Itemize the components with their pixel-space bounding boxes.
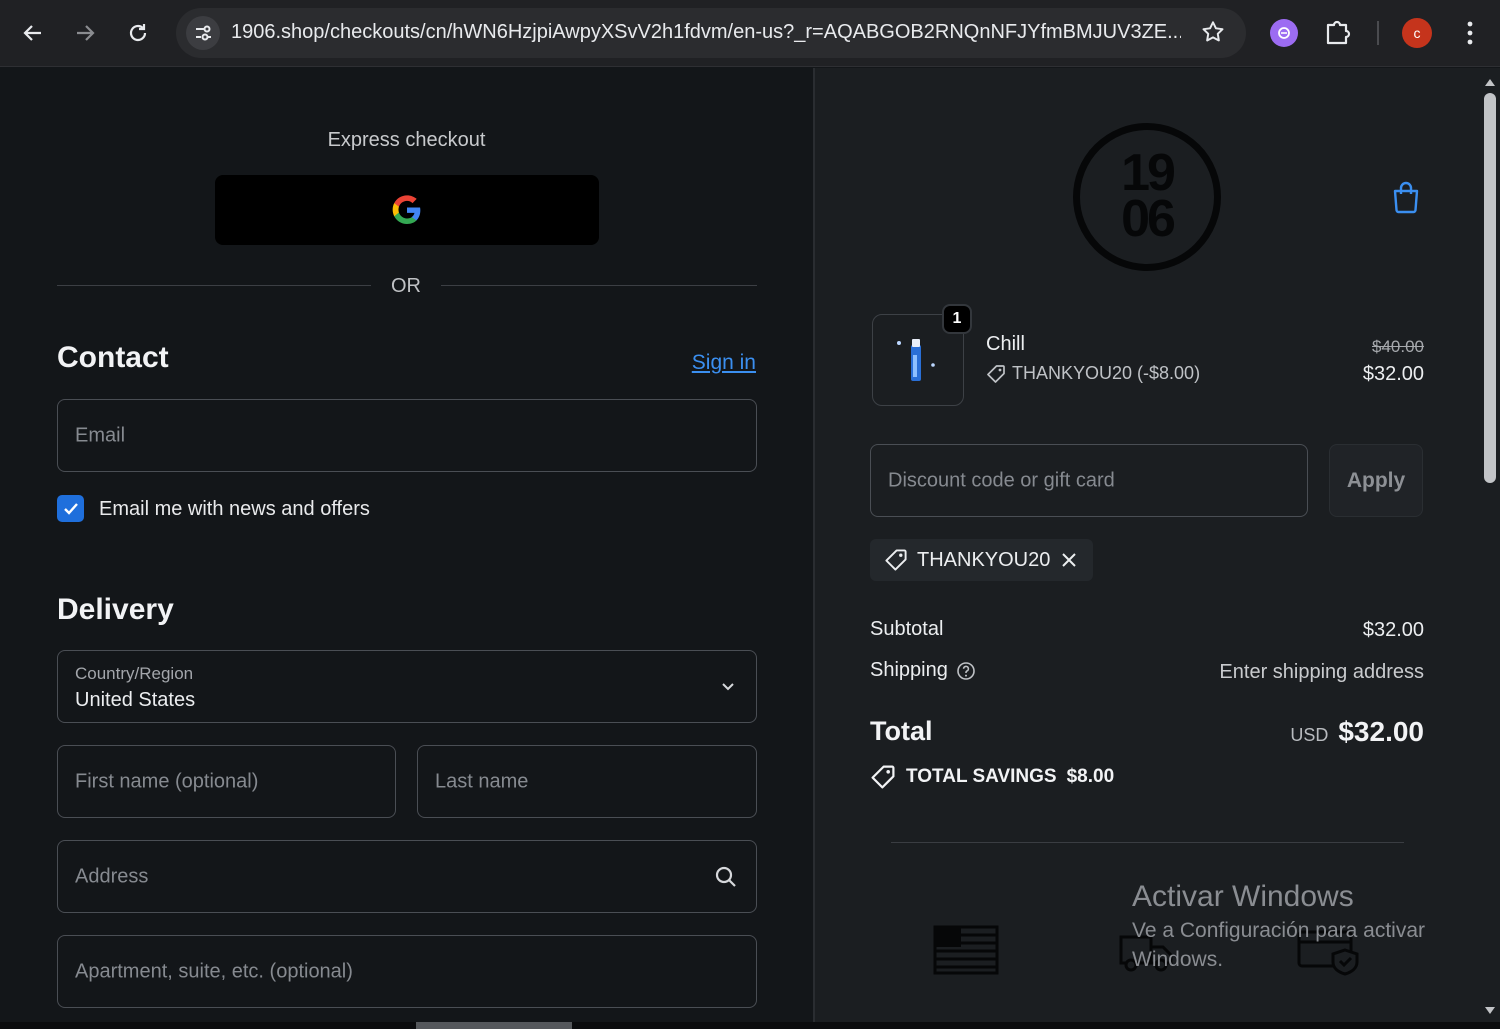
tag-icon xyxy=(885,549,907,571)
applied-discount-tag: THANKYOU20 xyxy=(870,539,1094,581)
menu-kebab-icon[interactable] xyxy=(1458,18,1482,48)
puzzle-icon[interactable] xyxy=(1324,17,1352,52)
back-icon[interactable] xyxy=(14,14,52,52)
shipping-label: Shipping xyxy=(870,659,976,682)
scroll-up-arrow-icon[interactable] xyxy=(1484,74,1496,92)
first-name-placeholder: First name (optional) xyxy=(75,770,259,792)
last-name-placeholder: Last name xyxy=(435,770,529,792)
site-info-icon[interactable] xyxy=(186,16,220,50)
total-savings: TOTAL SAVINGS $8.00 xyxy=(870,764,1114,790)
summary-divider xyxy=(891,842,1404,843)
google-pay-button[interactable] xyxy=(215,175,599,245)
search-icon[interactable] xyxy=(714,865,738,894)
address-placeholder: Address xyxy=(75,865,149,887)
total-value: $32.00 xyxy=(1338,716,1424,747)
product-discount-text: THANKYOU20 (-$8.00) xyxy=(1012,363,1201,383)
country-label: Country/Region xyxy=(75,664,194,683)
delivery-heading: Delivery xyxy=(57,593,174,626)
applied-code-text: THANKYOU20 xyxy=(917,548,1051,571)
windows-activation-title: Activar Windows xyxy=(1132,880,1354,913)
quantity-badge: 1 xyxy=(942,304,972,334)
product-discount: THANKYOU20 (-$8.00) xyxy=(986,363,1200,384)
logo-bottom-text: 06 xyxy=(1121,190,1176,248)
url-text[interactable]: 1906.shop/checkouts/cn/hWN6HzjpiAwpyXSvV… xyxy=(231,21,1181,44)
horizontal-scrollbar-thumb[interactable] xyxy=(416,1022,572,1029)
country-select[interactable]: Country/Region United States xyxy=(57,650,757,723)
forward-icon[interactable] xyxy=(66,14,104,52)
product-price: $32.00 xyxy=(1362,363,1424,385)
windows-activation-subtitle: Ve a Configuración para activar Windows. xyxy=(1132,919,1426,971)
total-label: Total xyxy=(870,716,933,746)
apartment-field[interactable]: Apartment, suite, etc. (optional) xyxy=(57,935,757,1008)
remove-code-icon[interactable] xyxy=(1059,550,1079,570)
bookmark-star-icon[interactable] xyxy=(1200,19,1226,50)
or-divider-right xyxy=(441,285,757,286)
shipping-value: Enter shipping address xyxy=(1219,661,1424,683)
address-bar[interactable]: 1906.shop/checkouts/cn/hWN6HzjpiAwpyXSvV… xyxy=(176,8,1246,58)
savings-value: $8.00 xyxy=(1066,766,1115,787)
subtotal-label-text: Subtotal xyxy=(870,618,944,640)
email-field[interactable]: Email xyxy=(57,399,757,472)
horizontal-scrollbar[interactable] xyxy=(0,1022,1500,1029)
contact-heading: Contact xyxy=(57,341,169,374)
shipping-label-text: Shipping xyxy=(870,659,948,681)
address-field[interactable]: Address xyxy=(57,840,757,913)
store-logo[interactable]: 19 06 xyxy=(1073,123,1221,271)
total-amount: USD $32.00 xyxy=(1290,716,1424,748)
shopping-bag-icon[interactable] xyxy=(1391,180,1421,219)
last-name-field[interactable]: Last name xyxy=(417,745,757,818)
newsletter-checkbox[interactable] xyxy=(57,495,84,522)
subtotal-value: $32.00 xyxy=(1362,619,1424,641)
us-flag-icon xyxy=(933,925,999,982)
discount-code-field[interactable]: Discount code or gift card xyxy=(870,444,1308,517)
express-checkout-title: Express checkout xyxy=(327,129,486,151)
extension-icon[interactable] xyxy=(1270,19,1298,47)
currency-code: USD xyxy=(1290,725,1329,745)
profile-avatar[interactable]: c xyxy=(1402,18,1432,48)
apartment-placeholder: Apartment, suite, etc. (optional) xyxy=(75,960,353,982)
scrollbar-thumb[interactable] xyxy=(1484,93,1496,483)
apply-button[interactable]: Apply xyxy=(1329,444,1423,517)
browser-toolbar: 1906.shop/checkouts/cn/hWN6HzjpiAwpyXSvV… xyxy=(0,0,1500,67)
first-name-field[interactable]: First name (optional) xyxy=(57,745,396,818)
discount-code-placeholder: Discount code or gift card xyxy=(888,469,1115,491)
reload-icon[interactable] xyxy=(119,14,157,52)
subtotal-label: Subtotal xyxy=(870,618,943,641)
tag-icon xyxy=(871,765,895,789)
chevron-down-icon xyxy=(720,679,736,697)
scroll-down-arrow-icon[interactable] xyxy=(1484,1003,1496,1021)
google-icon xyxy=(392,195,421,224)
help-icon[interactable] xyxy=(956,661,976,681)
tag-icon xyxy=(987,364,1005,383)
product-name: Chill xyxy=(986,333,1025,355)
savings-label: TOTAL SAVINGS xyxy=(906,766,1057,787)
country-value: United States xyxy=(75,689,196,711)
newsletter-label[interactable]: Email me with news and offers xyxy=(99,498,370,521)
or-divider-left xyxy=(57,285,371,286)
sign-in-link[interactable]: Sign in xyxy=(692,351,756,375)
order-summary-panel: 19 06 1 Chill THANKYOU20 (-$8.00) $40.00… xyxy=(815,68,1480,1023)
original-price: $40.00 xyxy=(1372,337,1424,356)
or-label: OR xyxy=(391,275,421,297)
checkout-form-panel: Express checkout OR Contact Sign in Emai… xyxy=(0,68,813,1023)
toolbar-separator xyxy=(1377,21,1379,45)
email-placeholder: Email xyxy=(75,424,126,446)
checkmark-icon xyxy=(64,503,78,515)
